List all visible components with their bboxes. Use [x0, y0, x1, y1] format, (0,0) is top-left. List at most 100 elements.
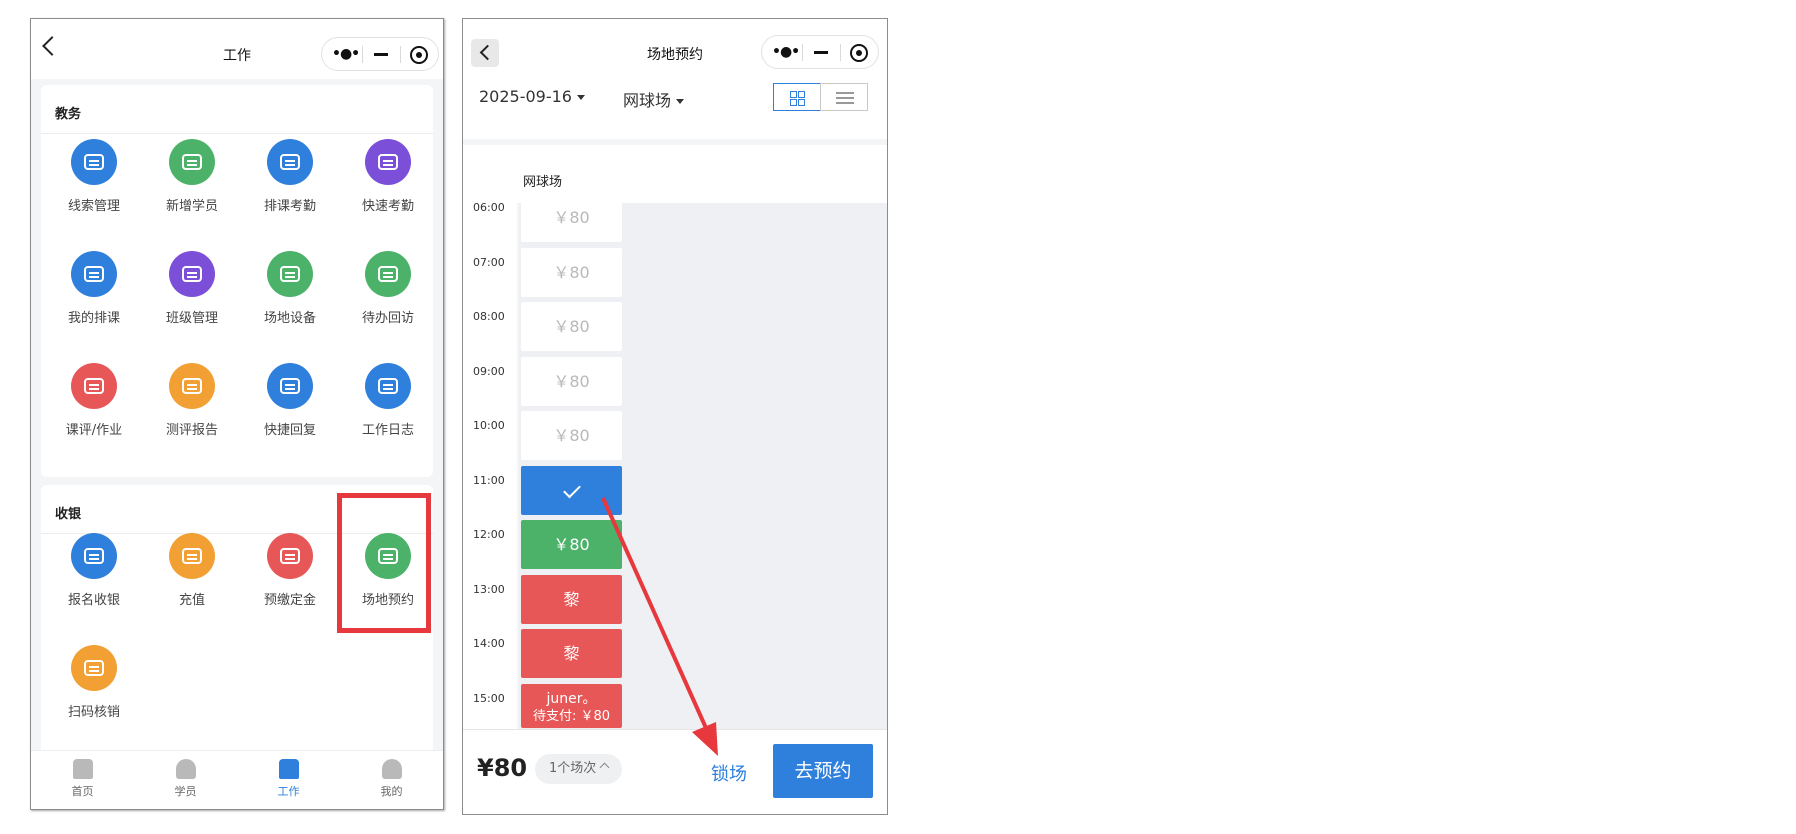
caret-down-icon [676, 99, 685, 104]
grid-item-venue-booking[interactable]: 场地预约 [339, 533, 437, 623]
grid-item-class-card[interactable]: 班级管理 [143, 251, 241, 341]
total-price: ¥80 [477, 754, 528, 782]
divider [41, 133, 433, 134]
capsule-divider [362, 46, 363, 63]
section-title: 收银 [55, 507, 82, 522]
equipment-icon [267, 251, 313, 297]
tab-label: 首页 [71, 785, 94, 798]
grid-item-label: 场地预约 [361, 593, 414, 608]
more-icon[interactable]: •●• [332, 46, 360, 62]
court-name: 网球场 [523, 175, 563, 190]
time-slot-free[interactable]: ￥80 [521, 247, 622, 297]
grid-item-label: 报名收银 [67, 593, 120, 608]
session-count-button[interactable]: 1个场次 [535, 754, 623, 784]
grid-item-pen[interactable]: 工作日志 [339, 363, 437, 453]
time-slot-free[interactable]: ￥80 [521, 302, 622, 351]
time-slot-booked[interactable]: 黎 [521, 574, 622, 624]
time-slot-free[interactable]: ￥80 [521, 411, 622, 460]
time-slot-booked[interactable]: 黎 [521, 629, 622, 678]
grid-item-label: 快速考勤 [361, 199, 414, 214]
grid-item-label: 新增学员 [165, 199, 218, 214]
grid-item-yuan-shield[interactable]: 预缴定金 [241, 533, 339, 623]
work-screen: 工作 •●• 教务 收银 首页 学员 工作 我的 线索管理 新增学员 排课考勤 … [30, 18, 444, 810]
grid-item-yuan-wallet[interactable]: 充值 [143, 533, 241, 623]
close-target-icon[interactable] [410, 46, 428, 64]
grid-item-my-schedule[interactable]: 我的排课 [45, 251, 143, 341]
tab-home[interactable]: 首页 [31, 759, 134, 799]
time-slot-booked[interactable]: juner。 待支付: ￥80 [521, 683, 622, 728]
tab-work[interactable]: 工作 [237, 759, 340, 799]
grid-item-register-cash[interactable]: 报名收银 [45, 533, 143, 623]
time-column [463, 203, 517, 729]
pen-icon [365, 363, 411, 409]
time-label: 13:00 [473, 582, 505, 596]
list-doc-icon [71, 363, 117, 409]
grid-item-equipment[interactable]: 场地设备 [241, 251, 339, 341]
yuan-shield-icon [267, 533, 313, 579]
reply-icon [267, 363, 313, 409]
yuan-wallet-icon [169, 533, 215, 579]
time-slot-free[interactable]: ￥80 [521, 193, 622, 242]
grid-item-report[interactable]: 测评报告 [143, 363, 241, 453]
grid-item-quick-check[interactable]: 快速考勤 [339, 139, 437, 229]
register-cash-icon [71, 533, 117, 579]
quick-check-icon [365, 139, 411, 185]
home-icon [72, 759, 93, 779]
work-grid-icon [278, 759, 299, 779]
booking-footer: ¥80 1个场次 锁场 去预约 [463, 729, 887, 814]
grid-item-label: 场地设备 [263, 311, 316, 326]
time-label: 12:00 [473, 528, 505, 541]
grid-item-scan[interactable]: 扫码核销 [45, 645, 143, 735]
grid-item-label: 课评/作业 [65, 423, 123, 438]
time-slot-free[interactable]: ￥80 [521, 356, 622, 406]
capsule-divider [840, 44, 841, 61]
date-value: 2025-09-16 [479, 87, 572, 106]
booking-screen: 场地预约 •●• 2025-09-16 网球场 网球场 ¥80 1个场次 锁场 … [462, 18, 888, 815]
grid-item-label: 充值 [178, 593, 205, 608]
book-button[interactable]: 去预约 [773, 744, 873, 798]
scan-icon [71, 645, 117, 691]
schedule-check-icon [267, 139, 313, 185]
tab-profile[interactable]: 我的 [340, 759, 443, 799]
report-icon [169, 363, 215, 409]
list-view-icon [836, 92, 854, 104]
minimize-icon[interactable] [814, 51, 828, 54]
add-user-icon [169, 139, 215, 185]
student-icon [175, 759, 196, 779]
grid-view-icon [790, 91, 805, 106]
grid-item-link[interactable]: 线索管理 [45, 139, 143, 229]
grid-item-list-doc[interactable]: 课评/作业 [45, 363, 143, 453]
time-label: 15:00 [473, 691, 505, 705]
lock-venue-button[interactable]: 锁场 [711, 760, 747, 786]
grid-item-label: 工作日志 [361, 423, 414, 438]
time-slot-price[interactable]: ￥80 [521, 520, 622, 569]
list-view-toggle[interactable] [820, 83, 868, 111]
capsule-divider [400, 46, 401, 63]
more-icon[interactable]: •●• [772, 44, 800, 60]
grid-item-label: 待办回访 [361, 311, 414, 326]
work-navbar: 工作 •●• [31, 19, 443, 79]
payment-status: 待支付: ￥80 [532, 708, 611, 724]
grid-item-reply[interactable]: 快捷回复 [241, 363, 339, 453]
grid-item-label: 测评报告 [165, 423, 218, 438]
close-target-icon[interactable] [850, 44, 868, 62]
caret-down-icon [576, 95, 585, 100]
grid-item-phone[interactable]: 待办回访 [339, 251, 437, 341]
chevron-up-icon [599, 762, 610, 773]
grid-item-label: 预缴定金 [263, 593, 316, 608]
minimize-icon[interactable] [374, 53, 388, 56]
venue-dropdown[interactable]: 网球场 [623, 87, 685, 111]
grid-item-schedule-check[interactable]: 排课考勤 [241, 139, 339, 229]
grid-item-label: 扫码核销 [67, 705, 120, 720]
time-label: 10:00 [473, 419, 505, 432]
grid-view-toggle[interactable] [773, 83, 821, 111]
profile-icon [381, 759, 402, 779]
tab-students[interactable]: 学员 [134, 759, 237, 799]
grid-item-label: 线索管理 [67, 199, 120, 214]
date-dropdown[interactable]: 2025-09-16 [479, 87, 585, 106]
grid-item-add-user[interactable]: 新增学员 [143, 139, 241, 229]
tab-bar: 首页 学员 工作 我的 [31, 750, 443, 809]
time-slot-selected[interactable] [521, 465, 622, 515]
tab-label: 工作 [277, 785, 300, 798]
booking-navbar: 场地预约 •●• [463, 19, 887, 79]
